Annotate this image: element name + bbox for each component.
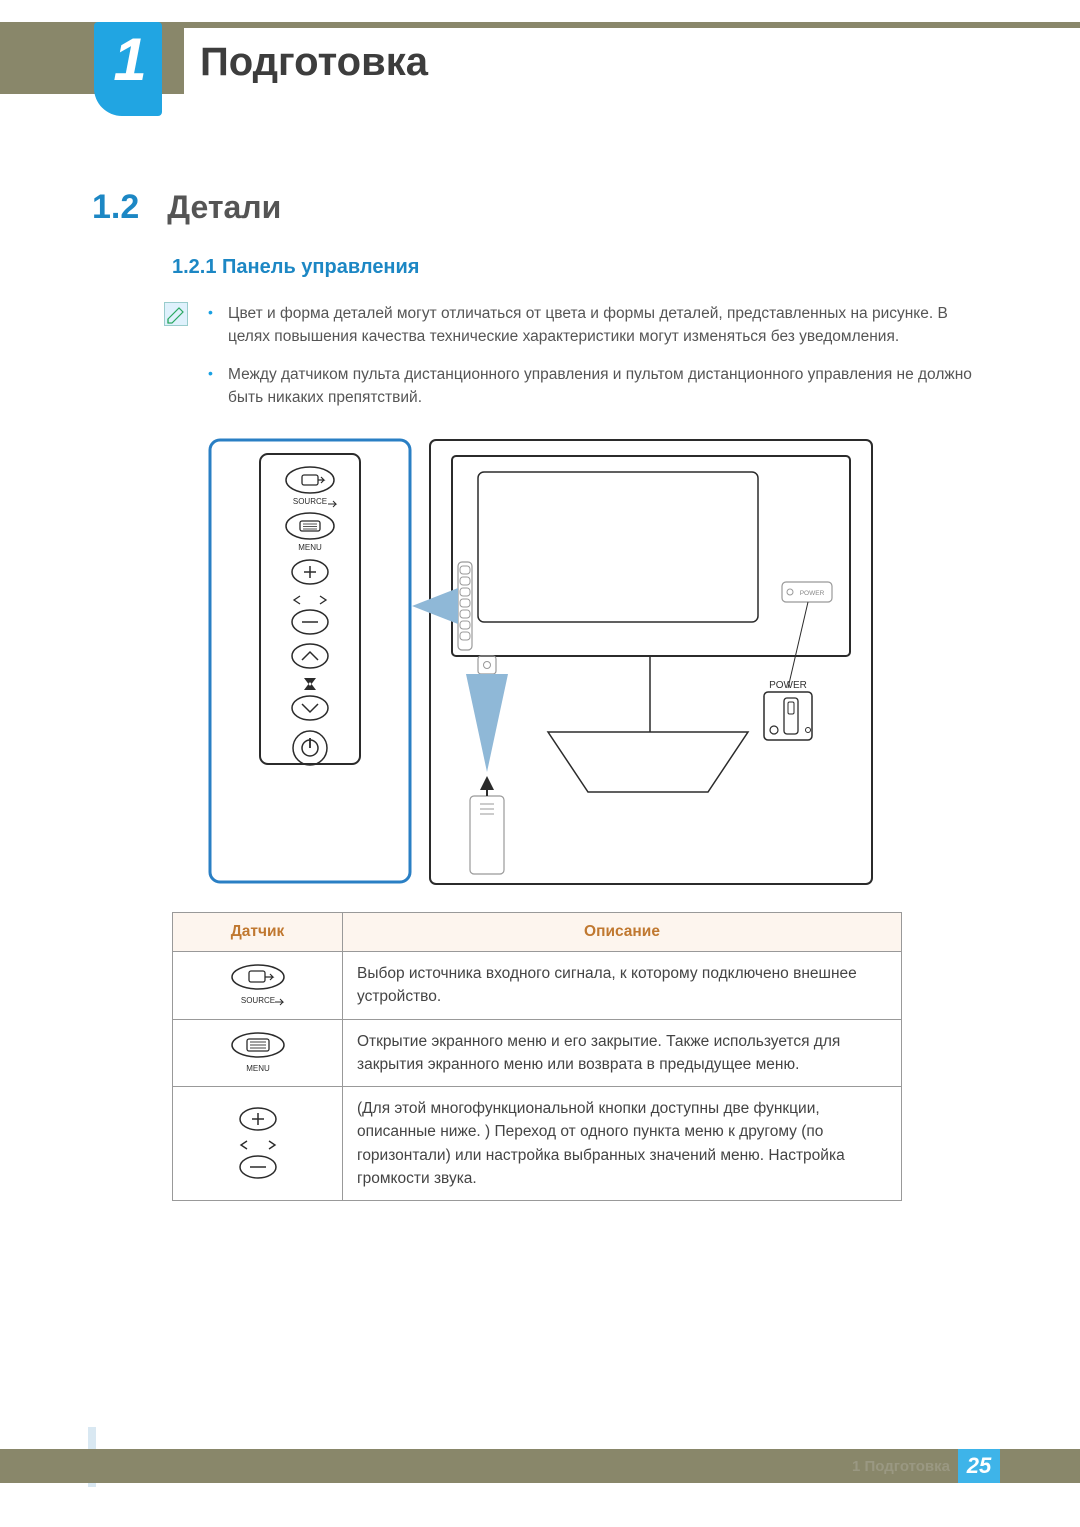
footer-chapter-label: 1 Подготовка	[852, 1458, 950, 1475]
col-sensor: Датчик	[173, 913, 343, 952]
label-power: POWER	[769, 680, 807, 691]
menu-desc: Открытие экранного меню и его закрытие. …	[343, 1019, 902, 1087]
note-item: Между датчиком пульта дистанционного упр…	[208, 363, 988, 410]
label-menu: MENU	[298, 543, 322, 552]
col-description: Описание	[343, 913, 902, 952]
control-panel-diagram: SOURCE MENU	[208, 432, 876, 892]
plusminus-desc: (Для этой многофункциональной кнопки дос…	[343, 1087, 902, 1201]
note-block: Цвет и форма деталей могут отличаться от…	[164, 302, 988, 423]
page-number: 25	[958, 1449, 1000, 1483]
source-button-icon: SOURCE	[173, 952, 343, 1020]
menu-button-icon: MENU	[173, 1019, 343, 1087]
label-power-small: POWER	[800, 590, 825, 597]
controls-table: Датчик Описание SOURCE Выбор источника в…	[172, 912, 902, 1201]
svg-text:SOURCE: SOURCE	[240, 996, 274, 1005]
chapter-tab: 1	[94, 22, 162, 116]
page-root: 1 Подготовка 1.2 Детали 1.2.1 Панель упр…	[0, 0, 1080, 1527]
svg-text:MENU: MENU	[246, 1064, 270, 1073]
note-item: Цвет и форма деталей могут отличаться от…	[208, 302, 988, 349]
table-row: (Для этой многофункциональной кнопки дос…	[173, 1087, 902, 1201]
subsection-heading: 1.2.1 Панель управления	[172, 256, 419, 279]
chapter-number: 1	[94, 22, 162, 98]
label-source: SOURCE	[293, 497, 327, 506]
chapter-title: Подготовка	[184, 28, 1080, 97]
note-list: Цвет и форма деталей могут отличаться от…	[208, 302, 988, 423]
table-row: MENU Открытие экранного меню и его закры…	[173, 1019, 902, 1087]
section-number: 1.2	[92, 188, 139, 227]
section-title: Детали	[167, 189, 281, 226]
plus-minus-icon	[173, 1087, 343, 1201]
table-row: SOURCE Выбор источника входного сигнала,…	[173, 952, 902, 1020]
note-icon	[164, 302, 188, 326]
section-heading: 1.2 Детали	[92, 188, 281, 227]
source-desc: Выбор источника входного сигнала, к кото…	[343, 952, 902, 1020]
